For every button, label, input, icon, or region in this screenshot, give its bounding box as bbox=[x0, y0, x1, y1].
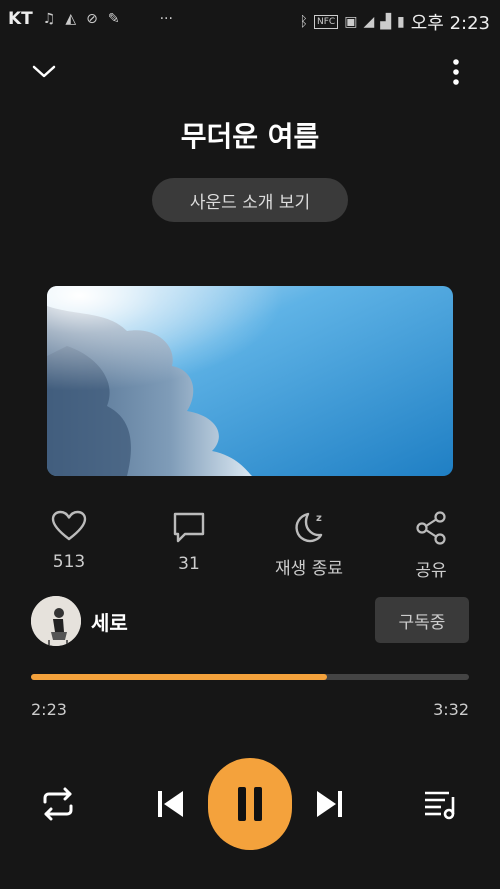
signal-icon: ▟ bbox=[380, 14, 392, 30]
playback-controls bbox=[0, 758, 500, 850]
sleep-timer-button[interactable]: z 재생 종료 bbox=[259, 510, 359, 579]
track-title: 무더운 여름 bbox=[180, 120, 320, 153]
sleep-timer-label: 재생 종료 bbox=[275, 559, 343, 579]
edit-icon: ✎ bbox=[107, 11, 120, 27]
playlist-button[interactable] bbox=[418, 784, 462, 824]
avatar[interactable] bbox=[31, 596, 81, 646]
more-vert-icon bbox=[453, 59, 459, 85]
top-bar bbox=[0, 52, 500, 92]
artist-row[interactable]: 세로 bbox=[31, 596, 128, 646]
previous-icon bbox=[158, 791, 183, 817]
collapse-button[interactable] bbox=[28, 52, 60, 92]
sound-intro-button[interactable]: 사운드 소개 보기 bbox=[152, 178, 348, 222]
progress-bar[interactable] bbox=[31, 674, 469, 680]
vibrate-icon: ▣ bbox=[344, 14, 358, 30]
album-artwork bbox=[47, 286, 453, 476]
comment-icon bbox=[173, 512, 205, 543]
progress-fill bbox=[31, 674, 327, 680]
wifi-icon: ◢ bbox=[363, 14, 375, 30]
moon-sleep-icon: z bbox=[295, 512, 323, 543]
repeat-button[interactable] bbox=[36, 784, 80, 824]
nfc-icon: NFC bbox=[314, 15, 339, 29]
comment-count: 31 bbox=[178, 554, 200, 574]
playlist-icon bbox=[425, 791, 455, 820]
elapsed-time: 2:23 bbox=[31, 700, 67, 719]
repeat-icon bbox=[43, 787, 73, 821]
share-label: 공유 bbox=[415, 561, 447, 581]
artist-name[interactable]: 세로 bbox=[91, 607, 128, 636]
battery-icon: ▮ bbox=[397, 14, 405, 30]
next-icon bbox=[317, 791, 342, 817]
share-icon bbox=[416, 511, 446, 545]
subscribe-button[interactable]: 구독중 bbox=[375, 597, 469, 643]
more-notifications-icon: ··· bbox=[159, 11, 173, 27]
share-button[interactable]: 공유 bbox=[381, 510, 481, 581]
status-bar: KT ♫ ◭ ⊘ ✎ ··· ᛒ NFC ▣ ◢ ▟ ▮ 오후 2:23 bbox=[0, 0, 500, 38]
like-button[interactable]: 513 bbox=[19, 510, 119, 572]
actions-row: 513 31 z 재생 종료 공유 bbox=[0, 510, 500, 581]
previous-button[interactable] bbox=[150, 786, 190, 822]
heart-icon bbox=[51, 510, 87, 541]
bluetooth-icon: ᛒ bbox=[299, 14, 309, 30]
clock: 오후 2:23 bbox=[410, 13, 490, 34]
more-options-button[interactable] bbox=[442, 52, 470, 92]
pause-button[interactable] bbox=[208, 758, 292, 850]
carrier-label: KT bbox=[8, 9, 33, 29]
comment-button[interactable]: 31 bbox=[139, 510, 239, 574]
total-duration: 3:32 bbox=[433, 700, 469, 719]
link-icon: ⊘ bbox=[86, 11, 98, 27]
like-count: 513 bbox=[52, 552, 86, 572]
app-notification-icon: ◭ bbox=[65, 11, 77, 27]
music-note-icon: ♫ bbox=[42, 11, 56, 27]
pause-icon bbox=[238, 787, 262, 821]
next-button[interactable] bbox=[310, 786, 350, 822]
chevron-down-icon bbox=[32, 65, 56, 78]
svg-text:z: z bbox=[316, 513, 322, 524]
